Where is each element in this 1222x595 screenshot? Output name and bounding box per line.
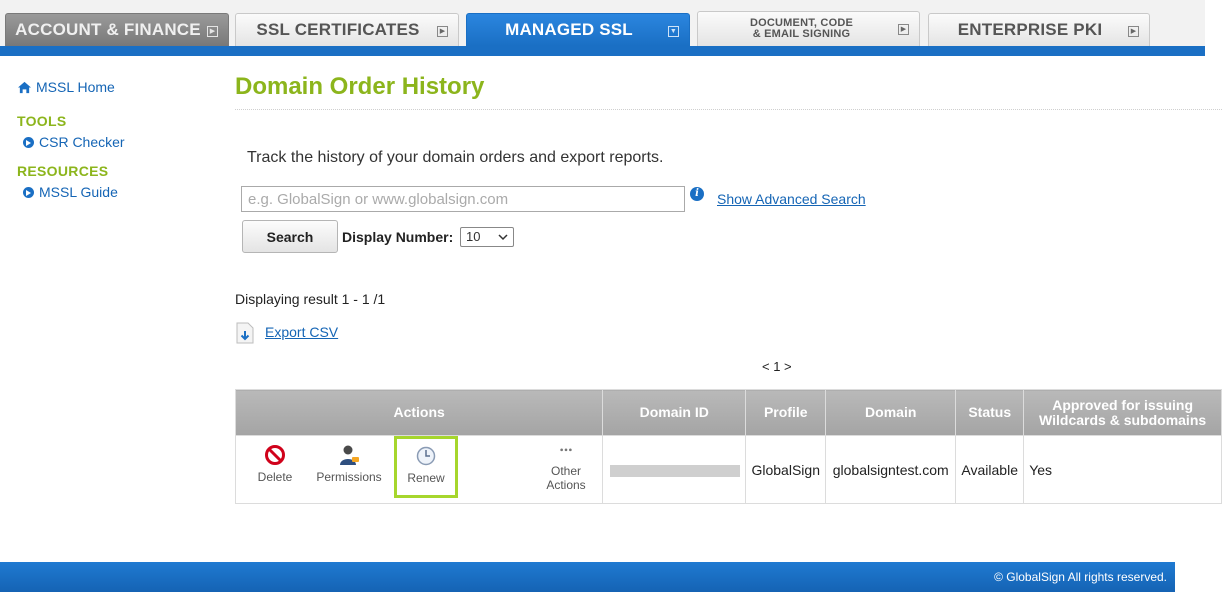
cell-status: Available <box>955 435 1025 504</box>
display-number-label: Display Number: <box>342 229 454 245</box>
other-actions-label: Other Actions <box>546 464 586 492</box>
chevron-down-icon <box>498 234 508 241</box>
clock-icon <box>416 446 436 466</box>
tab-document-code-email-signing[interactable]: DOCUMENT, CODE & EMAIL SIGNING ▶ <box>697 11 920 46</box>
tab-expand-icon: ▶ <box>898 24 909 35</box>
tab-managed-ssl[interactable]: MANAGED SSL ▼ <box>466 13 690 46</box>
intro-text: Track the history of your domain orders … <box>247 149 664 166</box>
column-header-actions: Actions <box>234 389 604 436</box>
sidebar: MSSL Home TOOLS CSR Checker RESOURCES MS… <box>17 78 207 201</box>
other-actions-button[interactable]: Other Actions <box>532 444 600 492</box>
redacted-domain-id <box>610 464 741 477</box>
tab-bar-rule <box>0 46 1205 56</box>
tab-ssl-certificates[interactable]: SSL CERTIFICATES ▶ <box>235 13 459 46</box>
tab-label: MANAGED SSL <box>505 20 633 39</box>
more-dots-icon <box>560 448 572 452</box>
arrow-bullet-icon <box>23 136 34 148</box>
export-csv-link[interactable]: Export CSV <box>265 324 338 340</box>
sidebar-item-label: MSSL Guide <box>39 184 118 200</box>
sidebar-item-csr-checker[interactable]: CSR Checker <box>23 133 207 151</box>
column-header-domain[interactable]: Domain <box>825 389 957 436</box>
title-divider <box>235 109 1222 110</box>
arrow-bullet-icon <box>23 186 34 198</box>
display-number-value: 10 <box>466 229 481 244</box>
sidebar-item-label: CSR Checker <box>39 134 125 150</box>
tab-expand-icon: ▶ <box>1128 26 1139 37</box>
search-input[interactable] <box>241 186 685 212</box>
delete-button[interactable]: Delete <box>252 444 298 484</box>
tab-dropdown-icon: ▼ <box>668 26 679 37</box>
page-title: Domain Order History <box>235 73 485 100</box>
renew-button[interactable]: Renew <box>394 436 458 498</box>
column-header-approved-wildcards[interactable]: Approved for issuing Wildcards & subdoma… <box>1023 389 1222 436</box>
resources-heading: RESOURCES <box>17 163 109 179</box>
column-header-domain-id[interactable]: Domain ID <box>602 389 747 436</box>
sidebar-item-label: MSSL Home <box>36 79 115 95</box>
footer-copyright: © GlobalSign All rights reserved. <box>0 562 1175 592</box>
pagination[interactable]: < 1 > <box>762 359 792 374</box>
sidebar-item-mssl-guide[interactable]: MSSL Guide <box>23 183 207 201</box>
tab-enterprise-pki[interactable]: ENTERPRISE PKI ▶ <box>928 13 1150 46</box>
result-count: Displaying result 1 - 1 /1 <box>235 291 386 307</box>
search-button[interactable]: Search <box>242 220 338 253</box>
display-number-select[interactable]: 10 <box>460 227 514 247</box>
tools-heading: TOOLS <box>17 113 67 129</box>
actions-cell: Delete Permissions Renew Other Actions <box>234 435 604 504</box>
delete-label: Delete <box>257 470 293 484</box>
column-header-status[interactable]: Status <box>955 389 1025 436</box>
tab-label: ACCOUNT & FINANCE <box>15 20 201 39</box>
show-advanced-search-link[interactable]: Show Advanced Search <box>717 191 866 207</box>
tab-label: SSL CERTIFICATES <box>256 20 420 39</box>
table-row: Delete Permissions Renew Other Actions G… <box>234 435 1222 504</box>
column-header-profile[interactable]: Profile <box>745 389 827 436</box>
cell-profile: GlobalSign <box>745 435 827 504</box>
tab-label: DOCUMENT, CODE & EMAIL SIGNING <box>749 17 854 40</box>
download-csv-icon[interactable] <box>236 322 254 344</box>
home-icon <box>18 81 31 93</box>
tab-label: ENTERPRISE PKI <box>957 20 1103 39</box>
tab-account-finance[interactable]: ACCOUNT & FINANCE ▶ <box>5 13 229 46</box>
permissions-label: Permissions <box>316 470 382 484</box>
table-header-row: Actions Domain ID Profile Domain Status … <box>234 389 1222 436</box>
user-permissions-icon <box>340 445 359 465</box>
tab-expand-icon: ▶ <box>437 26 448 37</box>
cell-domain-id <box>602 435 747 504</box>
renew-label: Renew <box>407 471 445 485</box>
domain-order-table: Actions Domain ID Profile Domain Status … <box>234 389 1222 504</box>
permissions-button[interactable]: Permissions <box>312 444 386 484</box>
info-icon[interactable]: i <box>690 187 704 201</box>
tab-expand-icon: ▶ <box>207 26 218 37</box>
sidebar-item-mssl-home[interactable]: MSSL Home <box>17 78 207 96</box>
cell-domain: globalsigntest.com <box>825 435 957 504</box>
cell-approved-wildcards: Yes <box>1023 435 1222 504</box>
delete-icon <box>265 445 285 465</box>
